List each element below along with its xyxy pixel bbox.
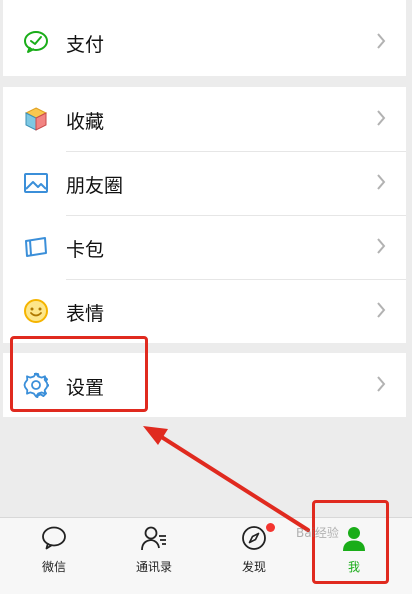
annotation-arrow (143, 426, 310, 532)
watermark: Bai经验 (296, 526, 339, 540)
